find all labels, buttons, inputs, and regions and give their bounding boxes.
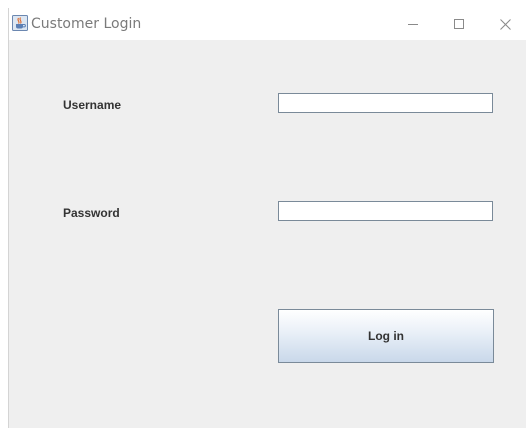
- minimize-icon: [408, 19, 418, 29]
- login-window: Customer Login Username Password Log in: [8, 8, 526, 428]
- close-button[interactable]: [482, 8, 526, 40]
- password-input[interactable]: [278, 201, 493, 221]
- window-title: Customer Login: [31, 16, 142, 32]
- close-icon: [499, 18, 511, 30]
- java-cup-icon: [12, 15, 28, 31]
- maximize-button[interactable]: [436, 8, 482, 40]
- minimize-button[interactable]: [390, 8, 436, 40]
- title-bar[interactable]: Customer Login: [9, 8, 526, 40]
- username-input[interactable]: [278, 93, 493, 113]
- password-label: Password: [63, 206, 120, 220]
- login-button[interactable]: Log in: [278, 309, 494, 363]
- maximize-icon: [454, 19, 464, 29]
- username-label: Username: [63, 98, 122, 112]
